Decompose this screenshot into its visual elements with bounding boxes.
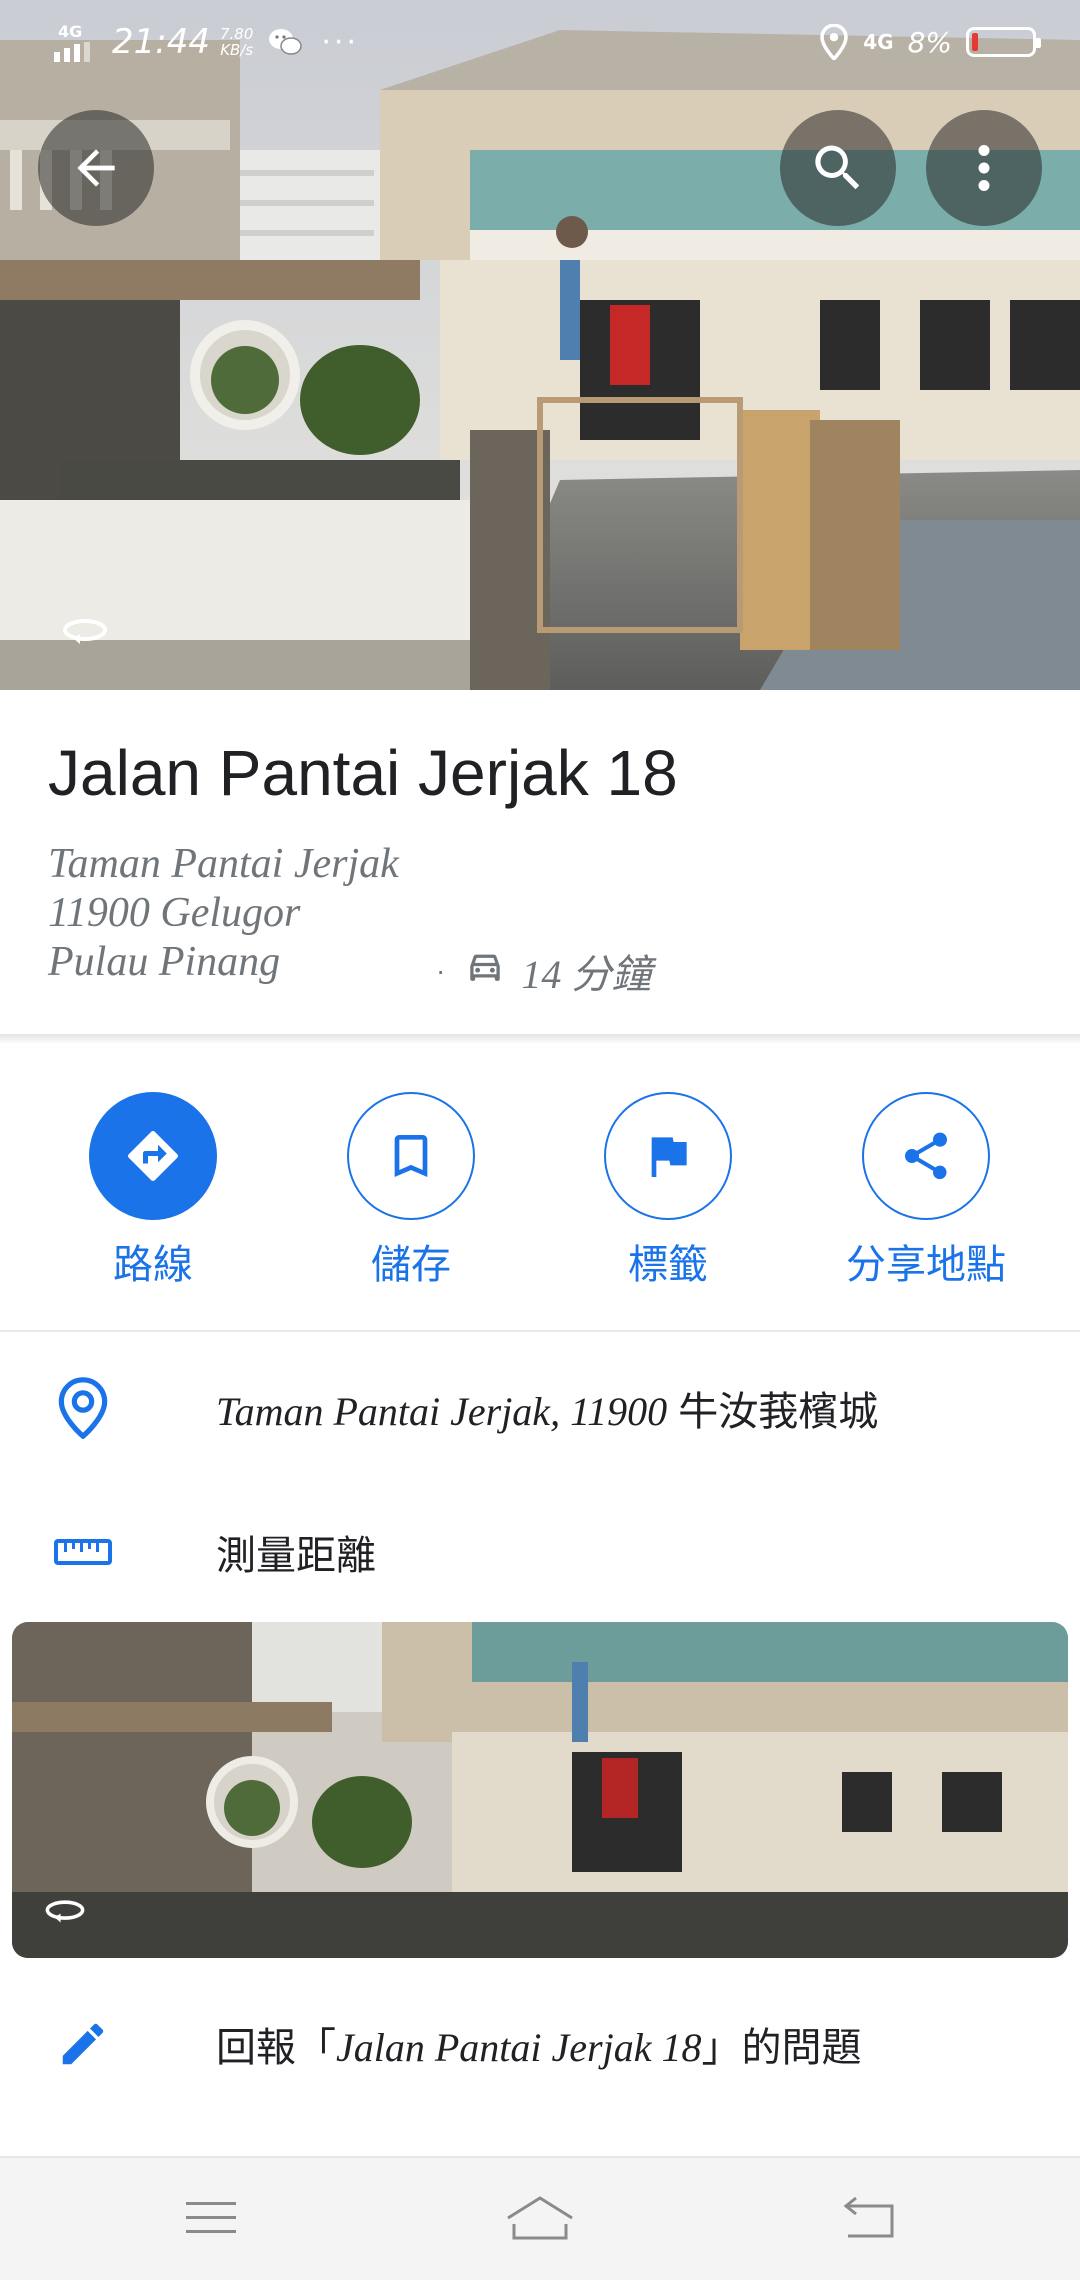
label-button[interactable]: 標籤 — [568, 1092, 768, 1290]
battery-icon — [966, 27, 1041, 57]
network-type-right: 4G — [863, 30, 894, 54]
address-text: Taman Pantai Jerjak, 11900 牛汝莪檳城 — [216, 1379, 878, 1437]
search-button[interactable] — [780, 110, 896, 226]
clock: 21:44 — [112, 22, 210, 62]
search-icon — [815, 145, 860, 190]
report-prefix: 回報「 — [216, 2026, 336, 2070]
ruler-icon — [54, 1539, 112, 1565]
nav-back-button[interactable] — [830, 2188, 910, 2248]
status-bar: 4G 21:44 7.80 KB/s ··· 4G 8% — [0, 0, 1080, 84]
place-title: Jalan Pantai Jerjak 18 — [48, 737, 678, 809]
speed-value: 7.80 — [219, 24, 254, 43]
ruler-icon-wrap — [0, 1537, 216, 1567]
back-icon — [843, 2196, 894, 2238]
street-view-scene — [0, 0, 1080, 690]
street-view-thumbnail — [12, 1622, 1068, 1958]
share-button[interactable]: 分享地點 — [826, 1092, 1026, 1290]
share-circle[interactable] — [862, 1092, 990, 1220]
list-item-report[interactable]: 回報「Jalan Pantai Jerjak 18」的問題 — [0, 2004, 1080, 2084]
list-item-address[interactable]: Taman Pantai Jerjak, 11900 牛汝莪檳城 — [0, 1368, 1080, 1448]
battery-percent: 8% — [907, 25, 952, 59]
save-button[interactable]: 儲存 — [311, 1092, 511, 1290]
address-line-1: Taman Pantai Jerjak — [48, 841, 399, 887]
back-button[interactable] — [38, 110, 154, 226]
pencil-icon — [62, 2023, 104, 2065]
system-nav-bar — [0, 2156, 1080, 2280]
more-notifications: ··· — [321, 24, 359, 60]
label-circle[interactable] — [604, 1092, 732, 1220]
signal-icon — [54, 42, 90, 62]
directions-icon — [128, 1131, 178, 1181]
nav-home-button[interactable] — [500, 2188, 580, 2248]
arrow-left-icon — [77, 149, 115, 187]
more-vert-icon — [978, 145, 990, 191]
battery-level — [972, 33, 978, 51]
directions-circle[interactable] — [89, 1092, 217, 1220]
street-view-image[interactable]: 4G 21:44 7.80 KB/s ··· 4G 8% — [0, 0, 1080, 690]
drive-time: · 14 分鐘 — [436, 942, 651, 1000]
car-icon — [470, 954, 501, 981]
drive-separator: · — [436, 955, 446, 986]
place-address: Taman Pantai Jerjak 11900 Gelugor Pulau … — [48, 840, 399, 987]
wechat-icon — [269, 29, 303, 55]
street-view-photo-card[interactable] — [12, 1622, 1068, 1958]
label-label: 標籤 — [628, 1243, 708, 1287]
bookmark-icon — [394, 1135, 428, 1177]
network-type: 4G — [58, 22, 83, 41]
directions-button[interactable]: 路線 — [53, 1092, 253, 1290]
section-shadow — [0, 1034, 1080, 1044]
report-suffix: 」的問題 — [701, 2026, 862, 2070]
street-view-360-icon[interactable] — [60, 614, 110, 648]
report-place-name: Jalan Pantai Jerjak 18 — [336, 2025, 702, 2070]
location-status-icon — [820, 24, 849, 60]
address-text-italic: Taman Pantai Jerjak, 11900 — [216, 1389, 668, 1434]
location-pin-icon — [58, 1377, 108, 1439]
flag-icon — [651, 1137, 687, 1177]
menu-icon — [186, 2202, 236, 2233]
save-label: 儲存 — [371, 1243, 451, 1287]
share-icon — [905, 1132, 947, 1180]
street-view-360-icon — [45, 1900, 85, 1923]
network-speed: 7.80 KB/s — [219, 24, 254, 59]
nav-menu-button[interactable] — [171, 2188, 251, 2248]
status-right: 4G 8% — [819, 24, 1041, 60]
address-text-suffix: 牛汝莪檳城 — [667, 1390, 879, 1434]
drive-time-value: 14 分鐘 — [521, 952, 652, 997]
report-problem-text: 回報「Jalan Pantai Jerjak 18」的問題 — [216, 2015, 861, 2073]
signal-indicator: 4G — [44, 22, 104, 62]
address-line-2: 11900 Gelugor — [48, 890, 301, 936]
list-item-measure[interactable]: 測量距離 — [0, 1512, 1080, 1592]
divider — [0, 1330, 1080, 1332]
home-icon — [507, 2196, 573, 2240]
action-bar: 路線 儲存 標籤 分享地點 — [0, 1092, 1080, 1292]
pencil-icon-wrap — [0, 2017, 216, 2071]
directions-label: 路線 — [113, 1243, 193, 1287]
share-label: 分享地點 — [846, 1243, 1006, 1287]
more-options-button[interactable] — [926, 110, 1042, 226]
measure-distance-text: 測量距離 — [216, 1534, 376, 1578]
speed-unit: KB/s — [220, 41, 254, 59]
save-circle[interactable] — [347, 1092, 475, 1220]
address-line-3: Pulau Pinang — [48, 939, 281, 985]
location-icon-wrap — [0, 1377, 216, 1439]
